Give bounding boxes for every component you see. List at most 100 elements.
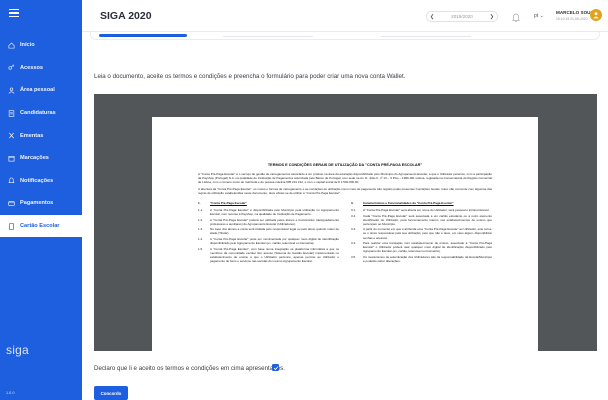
- sidebar-item-label: Cartão Escolar: [20, 223, 60, 230]
- year-selector: ❮ 2019/2020 ❯: [426, 11, 498, 22]
- sidebar-item-calendar[interactable]: Marcações: [0, 147, 82, 170]
- brand-logo: siga: [6, 343, 29, 357]
- clause-text: No caso dos alunos a conta será titulada…: [210, 227, 339, 236]
- sidebar-item-user[interactable]: Área pessoal: [0, 79, 82, 102]
- step-bar: [381, 36, 471, 37]
- user-last-access: 15:10:15 21-06-2020: [556, 17, 588, 21]
- sidebar-item-home[interactable]: Início: [0, 34, 82, 57]
- sidebar-item-file[interactable]: Candidaturas: [0, 102, 82, 125]
- sidebar-item-card[interactable]: Pagamentos: [0, 192, 82, 215]
- cutlery-icon: [8, 132, 15, 139]
- clause: 1.1. A "Conta Pré-Paga Escolar" é disponi…: [198, 208, 339, 216]
- chevron-down-icon: ⌄: [539, 13, 544, 19]
- active-step-bar: [99, 34, 187, 37]
- clause-number: 1.5.: [198, 246, 204, 251]
- clause-text: Os mecanismos de autenticação dos Utiliz…: [363, 254, 492, 263]
- section-number: 1.: [198, 201, 201, 206]
- clause: 1.5. A "Conta Pré-Paga Escolar", com base…: [198, 247, 339, 263]
- top-header: SIGA 2020 ❮ 2019/2020 ❯ pt ⌄ MARCELO SOU…: [82, 0, 608, 32]
- clause-text: A "Conta Pré-Paga Escolar" pode ser movi…: [210, 237, 339, 246]
- clause: 1.3. No caso dos alunos a conta será titu…: [198, 227, 339, 235]
- section-number: 3.: [351, 201, 354, 206]
- checkmark-icon: [273, 365, 278, 370]
- notifications-bell-icon[interactable]: [512, 10, 520, 23]
- calendar-icon: [8, 155, 15, 162]
- clause-text: Cada "Conta Pré-Paga Escolar" será assoc…: [363, 213, 492, 226]
- clause: 3.4. Para realizar uma transação num esta…: [351, 241, 492, 253]
- clause-number: 3.1.: [351, 208, 357, 213]
- key-icon: [8, 64, 15, 71]
- sidebar-item-label: Início: [20, 42, 35, 49]
- hamburger-icon: [9, 9, 19, 17]
- clause: 3.5. Os mecanismos de autenticação dos Ut…: [351, 255, 492, 263]
- clause-number: 1.3.: [198, 227, 204, 232]
- sidebar-item-id-card[interactable]: Cartão Escolar: [0, 214, 82, 238]
- clause-number: 3.3.: [351, 227, 357, 232]
- file-icon: [8, 109, 15, 117]
- clause-number: 3.5.: [351, 254, 357, 259]
- sidebar: Início Acessos Área pessoal Candidaturas Eme…: [0, 0, 82, 400]
- sidebar-item-bell[interactable]: Notificações: [0, 170, 82, 193]
- clause-text: A "Conta Pré-Paga Escolar", com base num…: [210, 246, 339, 263]
- section-title: Características e Funcionalidades da "Co…: [363, 201, 454, 206]
- chevron-right-icon[interactable]: ❯: [490, 14, 494, 20]
- bell-icon: [8, 177, 15, 184]
- clause-list: 3.1. A "Conta Pré-Paga Escolar" será aber…: [351, 208, 492, 263]
- clause: 3.2. Cada "Conta Pré-Paga Escolar" será a…: [351, 214, 492, 226]
- clause-number: 1.2.: [198, 217, 204, 222]
- clause-number: 1.1.: [198, 208, 204, 213]
- chevron-left-icon[interactable]: ❮: [430, 14, 434, 20]
- clause-text: A "Conta Pré-Paga Escolar" será aberta e…: [363, 208, 490, 213]
- clause: 1.4. A "Conta Pré-Paga Escolar" pode ser …: [198, 237, 339, 245]
- page-title: SIGA 2020: [100, 10, 152, 22]
- sidebar-item-key[interactable]: Acessos: [0, 57, 82, 80]
- user-icon: [8, 87, 15, 94]
- clause-text: A "Conta Pré-Paga Escolar" poderá ser ut…: [210, 217, 339, 226]
- step-bar: [223, 36, 313, 37]
- clause: 3.3. A partir do momento em que é atribuí…: [351, 227, 492, 239]
- document-column-left: 1. "Conta Pré-Paga Escolar" 1.1. A "Conta…: [198, 201, 339, 264]
- clause-text: A partir do momento em que é atribuída u…: [363, 227, 492, 240]
- home-icon: [8, 42, 15, 49]
- declaration-label: Declaro que li e aceito os termos e cond…: [94, 365, 285, 372]
- clause-number: 3.2.: [351, 213, 357, 218]
- menu-toggle-button[interactable]: [0, 0, 82, 26]
- avatar[interactable]: [590, 9, 602, 21]
- section-heading: 3. Características e Funcionalidades da …: [351, 201, 492, 205]
- sidebar-item-label: Pagamentos: [20, 200, 54, 207]
- sidebar-nav: Início Acessos Área pessoal Candidaturas Eme…: [0, 34, 82, 238]
- document-column-right: 3. Características e Funcionalidades da …: [351, 201, 492, 264]
- app-version: 1.0.0: [6, 391, 15, 395]
- sidebar-item-label: Ementas: [20, 132, 44, 139]
- clause-number: 3.4.: [351, 241, 357, 246]
- sidebar-item-label: Notificações: [20, 177, 54, 184]
- instructions-text: Leia o documento, aceite os termos e con…: [94, 73, 406, 80]
- clause-text: A "Conta Pré-Paga Escolar" é disponibili…: [210, 208, 339, 217]
- document-viewer[interactable]: TERMOS E CONDIÇÕES GERAIS DE UTILIZAÇÃO …: [94, 94, 597, 351]
- clause-number: 1.4.: [198, 237, 204, 242]
- language-value: pt: [534, 13, 539, 19]
- agree-button[interactable]: Concordo: [94, 386, 128, 400]
- sidebar-item-label: Candidaturas: [20, 110, 56, 117]
- sidebar-item-label: Área pessoal: [20, 87, 55, 94]
- clause: 3.1. A "Conta Pré-Paga Escolar" será aber…: [351, 208, 492, 212]
- sidebar-item-label: Marcações: [20, 155, 49, 162]
- clause-text: Para realizar uma transação num estabele…: [363, 241, 492, 254]
- card-icon: [8, 200, 15, 207]
- user-silhouette-icon: [593, 12, 599, 19]
- document-paragraph: A "Conta Pré-Paga Escolar" é o serviço d…: [198, 172, 492, 185]
- form-header-card: [90, 32, 600, 40]
- document-title: TERMOS E CONDIÇÕES GERAIS DE UTILIZAÇÃO …: [267, 163, 423, 167]
- sidebar-item-cutlery[interactable]: Ementas: [0, 124, 82, 147]
- declaration-checkbox[interactable]: [272, 364, 279, 371]
- clause-list: 1.1. A "Conta Pré-Paga Escolar" é disponi…: [198, 208, 339, 263]
- id-card-icon: [8, 222, 15, 230]
- clause: 1.2. A "Conta Pré-Paga Escolar" poderá se…: [198, 218, 339, 226]
- section-heading: 1. "Conta Pré-Paga Escolar": [198, 201, 339, 205]
- document-columns: 1. "Conta Pré-Paga Escolar" 1.1. A "Conta…: [198, 201, 492, 264]
- sidebar-item-label: Acessos: [20, 64, 44, 71]
- section-title: "Conta Pré-Paga Escolar": [210, 201, 247, 206]
- document-paragraph: A abertura da "Conta Pré-Paga Escolar", …: [198, 187, 492, 196]
- language-selector[interactable]: pt ⌄: [534, 13, 544, 19]
- document-page: TERMOS E CONDIÇÕES GERAIS DE UTILIZAÇÃO …: [152, 117, 538, 351]
